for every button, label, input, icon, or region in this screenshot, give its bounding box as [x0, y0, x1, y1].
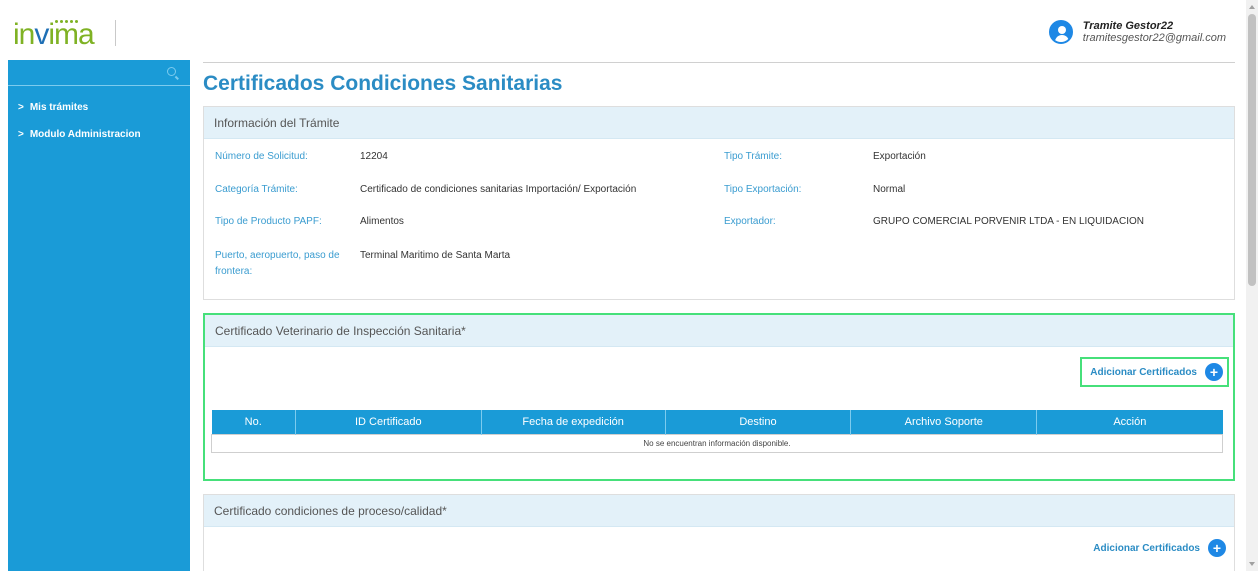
adicionar-certificados-button[interactable]: Adicionar Certificados + — [1080, 357, 1229, 387]
empty-table-message: No se encuentran información disponible. — [211, 433, 1223, 453]
app-window: invima Tramite Gestor22 tramitesgestor22… — [0, 0, 1258, 571]
tipo-exportacion-value: Normal — [873, 184, 906, 195]
adicionar-certificados-label: Adicionar Certificados — [1090, 366, 1197, 378]
numero-solicitud-value: 12204 — [360, 151, 388, 162]
search-icon[interactable] — [167, 67, 176, 76]
sidebar-item-label: Mis trámites — [29, 102, 89, 113]
tipo-tramite-value: Exportación — [873, 151, 926, 162]
plus-icon: + — [1208, 539, 1226, 557]
certificado-proceso-panel: Certificado condiciones de proceso/calid… — [203, 494, 1235, 571]
puerto-label-line2: frontera: — [215, 266, 253, 277]
table-header-row: No. ID Certificado Fecha de expedición D… — [211, 410, 1223, 434]
sidebar-search[interactable] — [8, 60, 190, 86]
puerto-value: Terminal Maritimo de Santa Marta — [360, 250, 511, 261]
certificado-veterinario-panel: Certificado Veterinario de Inspección Sa… — [203, 313, 1235, 481]
logo-text: invima — [13, 18, 95, 51]
certificados-table: No. ID Certificado Fecha de expedición D… — [211, 410, 1223, 453]
sidebar-item-modulo-administracion[interactable]: > Modulo Administracion — [18, 129, 141, 140]
exportador-label: Exportador: — [724, 216, 776, 227]
invima-logo[interactable]: invima — [13, 18, 95, 51]
categoria-tramite-value: Certificado de condiciones sanitarias Im… — [360, 184, 637, 195]
column-header-id-certificado[interactable]: ID Certificado — [295, 410, 482, 434]
user-email: tramitesgestor22@gmail.com — [1082, 32, 1226, 44]
exportador-value: GRUPO COMERCIAL PORVENIR LTDA - EN LIQUI… — [873, 216, 1144, 227]
logo-dots — [55, 20, 78, 23]
scrollbar-thumb[interactable] — [1248, 14, 1256, 286]
column-header-no[interactable]: No. — [211, 410, 296, 434]
column-header-accion[interactable]: Acción — [1036, 410, 1223, 434]
adicionar-certificados-label: Adicionar Certificados — [1093, 542, 1200, 554]
tipo-producto-value: Alimentos — [360, 216, 404, 227]
tipo-producto-label: Tipo de Producto PAPF: — [215, 216, 322, 227]
scroll-down-arrow-icon[interactable] — [1249, 562, 1255, 566]
top-header: invima Tramite Gestor22 tramitesgestor22… — [0, 0, 1246, 60]
scroll-up-arrow-icon[interactable] — [1249, 5, 1255, 9]
title-divider — [203, 62, 1235, 63]
sidebar-item-label: Modulo Administracion — [29, 129, 141, 140]
tipo-tramite-label: Tipo Trámite: — [724, 151, 782, 162]
user-info: Tramite Gestor22 tramitesgestor22@gmail.… — [1083, 20, 1226, 44]
tipo-exportacion-label: Tipo Exportación: — [724, 184, 802, 195]
user-menu[interactable]: Tramite Gestor22 tramitesgestor22@gmail.… — [1048, 20, 1226, 44]
plus-icon: + — [1205, 363, 1223, 381]
sidebar: > Mis trámites > Modulo Administracion — [8, 60, 190, 571]
chevron-right-icon: > — [18, 129, 24, 140]
sidebar-item-mis-tramites[interactable]: > Mis trámites — [18, 102, 88, 113]
puerto-label-line1: Puerto, aeropuerto, paso de — [215, 250, 340, 261]
numero-solicitud-label: Número de Solicitud: — [215, 151, 308, 162]
user-avatar-icon[interactable] — [1048, 20, 1073, 44]
column-header-fecha-expedicion[interactable]: Fecha de expedición — [481, 410, 666, 434]
user-name: Tramite Gestor22 — [1082, 20, 1174, 32]
chevron-right-icon: > — [18, 102, 24, 113]
tramite-info-panel: Información del Trámite Número de Solici… — [203, 106, 1235, 300]
column-header-destino[interactable]: Destino — [665, 410, 852, 434]
column-header-archivo-soporte[interactable]: Archivo Soporte — [850, 410, 1038, 434]
categoria-tramite-label: Categoría Trámite: — [215, 184, 298, 195]
table-row: No se encuentran información disponible. — [211, 433, 1223, 453]
adicionar-certificados-button-2[interactable]: Adicionar Certificados + — [1093, 539, 1226, 557]
panel-heading: Certificado condiciones de proceso/calid… — [204, 495, 1234, 527]
panel-heading: Certificado Veterinario de Inspección Sa… — [205, 315, 1233, 347]
panel-heading: Información del Trámite — [204, 107, 1234, 139]
logo-divider — [115, 20, 116, 46]
vertical-scrollbar[interactable] — [1246, 0, 1258, 571]
page-title: Certificados Condiciones Sanitarias — [203, 72, 563, 95]
